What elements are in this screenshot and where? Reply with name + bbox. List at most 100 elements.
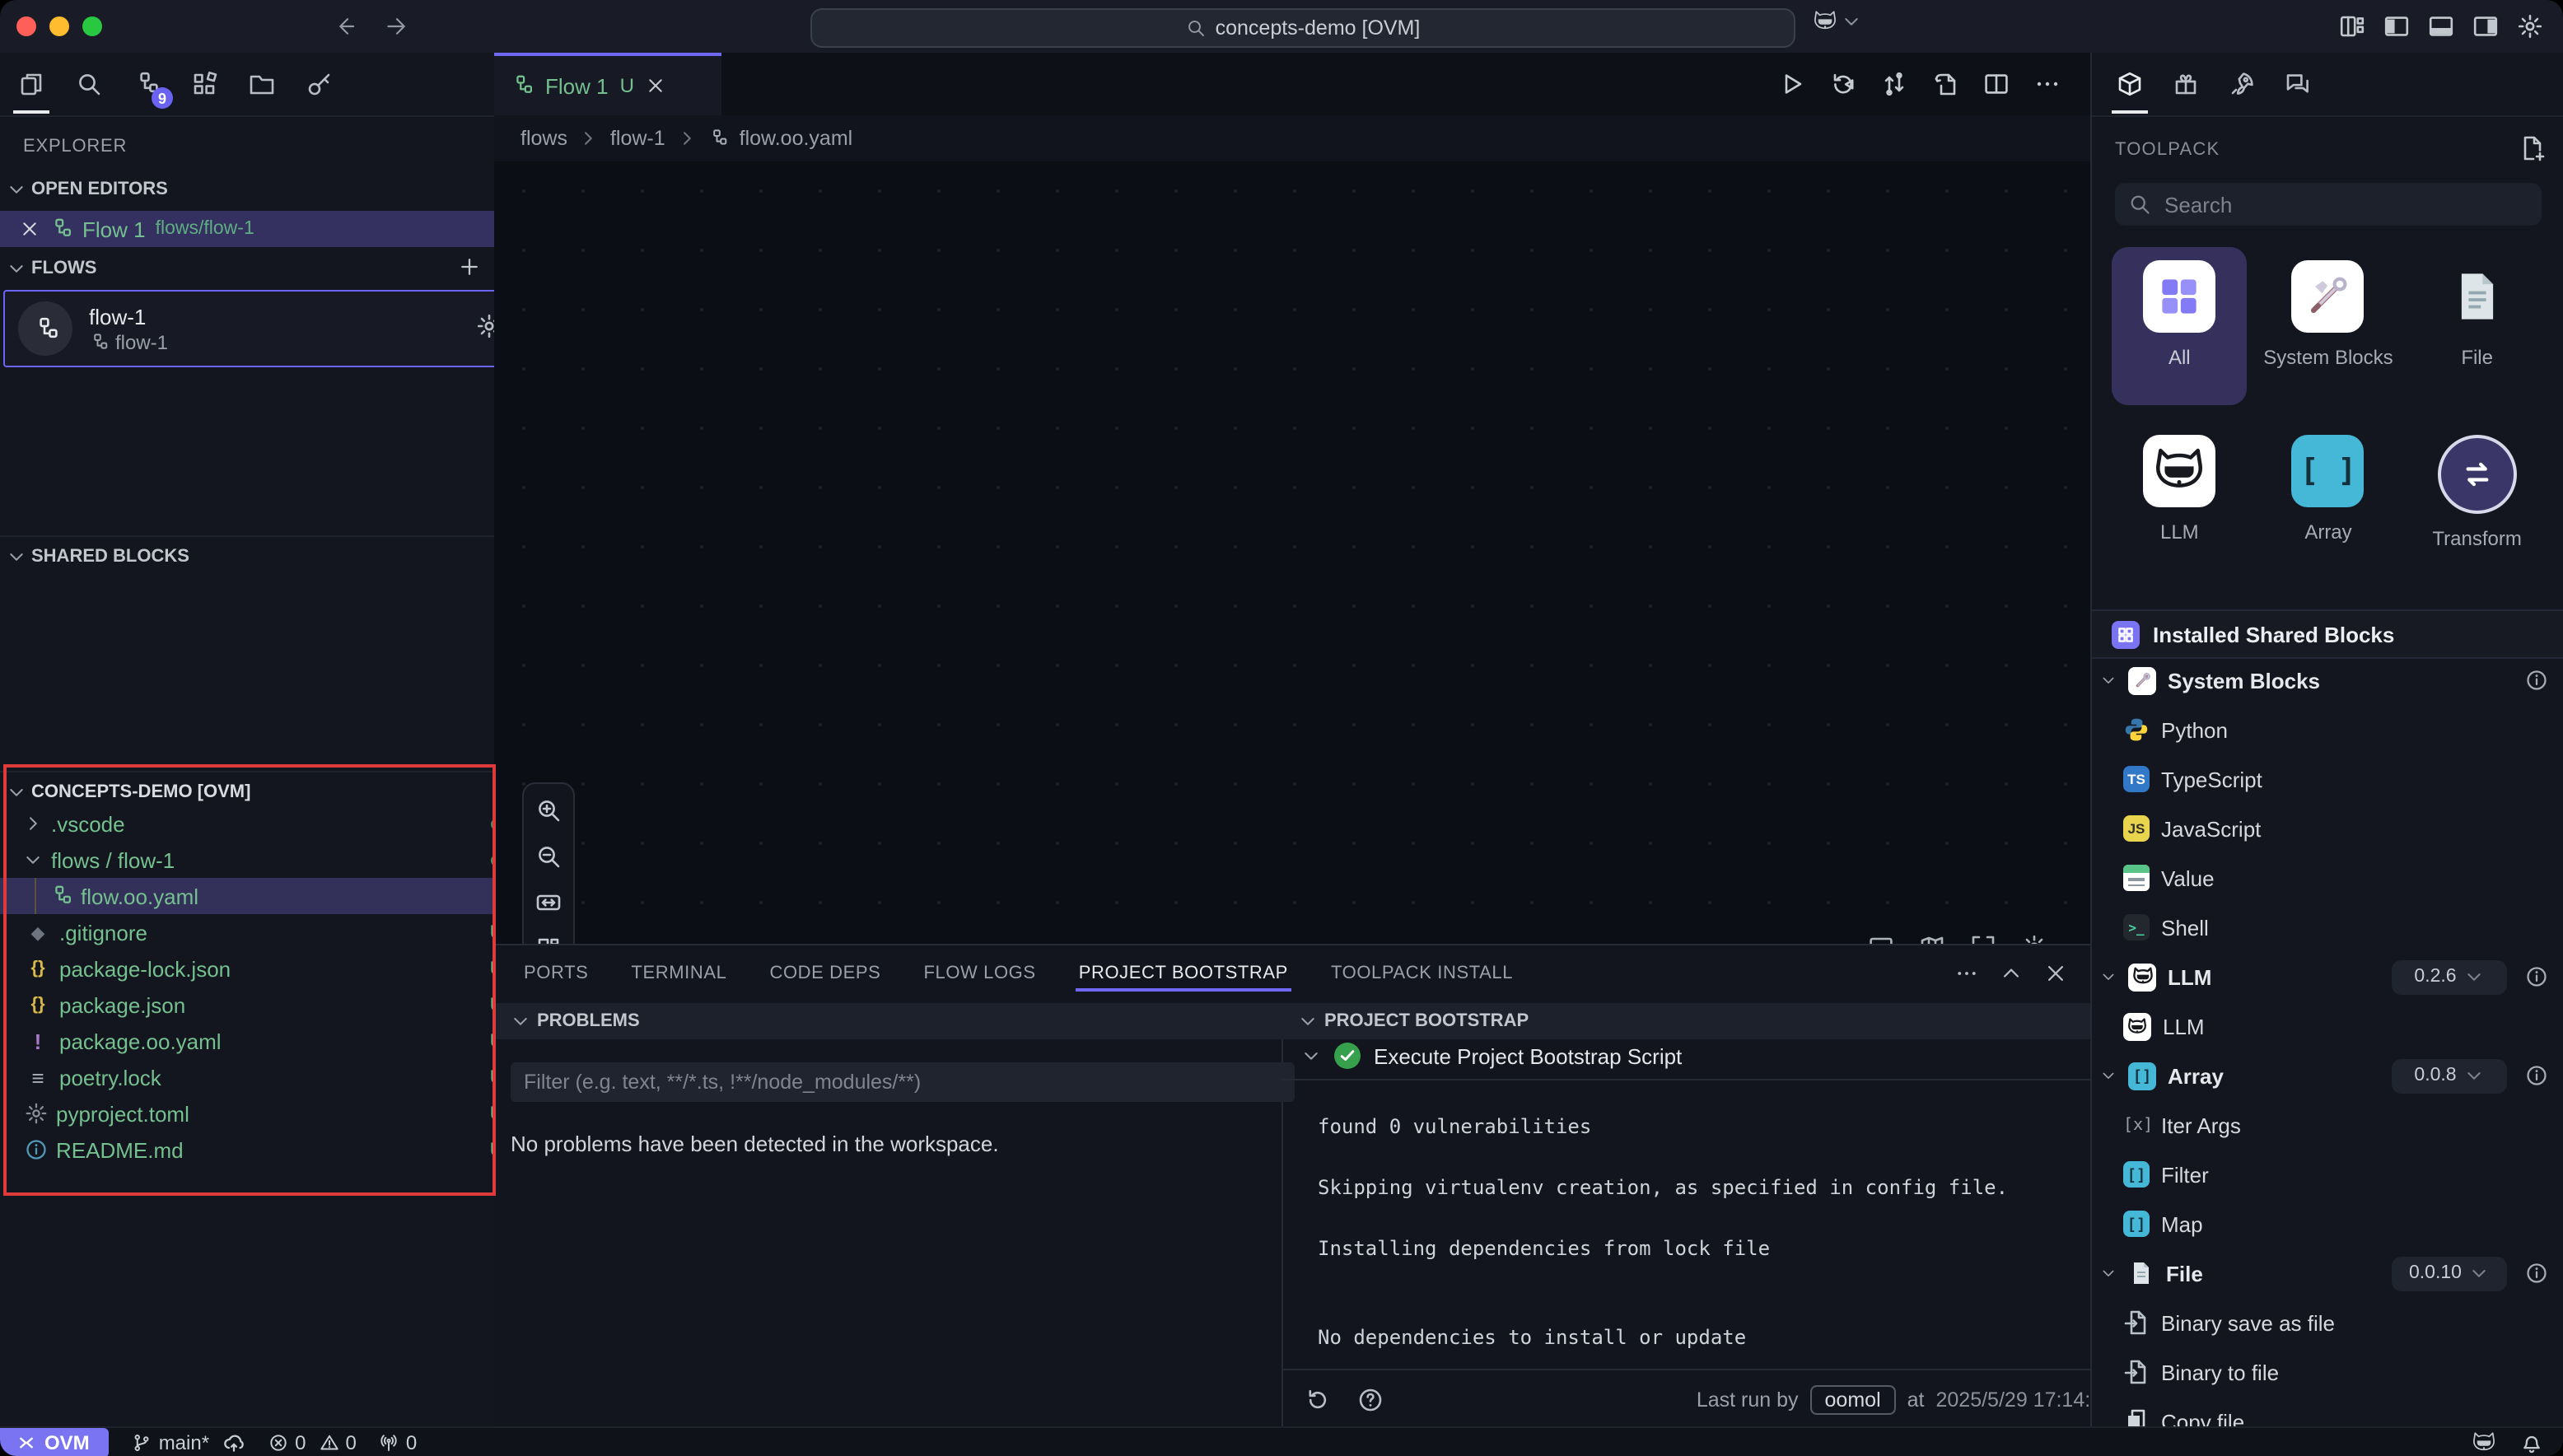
fit-width-icon[interactable] [535, 889, 562, 916]
flow-card[interactable]: flow-1 flow-1 [3, 290, 517, 367]
tab-flow-1[interactable]: Flow 1 U [494, 53, 721, 115]
toolpack-tab-icon[interactable] [2112, 66, 2148, 102]
close-window-button[interactable] [16, 16, 36, 36]
tab-code-deps[interactable]: CODE DEPS [769, 949, 880, 998]
version-select[interactable]: 0.2.6 [2392, 959, 2507, 994]
toolpack-search-input[interactable] [2161, 190, 2528, 218]
filter-funnel-icon[interactable] [1202, 1071, 1225, 1094]
search-activity-icon[interactable] [71, 66, 107, 102]
version-select[interactable]: 0.0.8 [2392, 1058, 2507, 1093]
block-copy-file[interactable]: Copy file [2092, 1397, 2563, 1426]
block-map[interactable]: [ ] Map [2092, 1199, 2563, 1248]
compare-changes-icon[interactable] [1881, 71, 1907, 97]
block-javascript[interactable]: JS JavaScript [2092, 804, 2563, 853]
block-value[interactable]: Value [2092, 853, 2563, 903]
notifications-bell-icon[interactable] [2520, 1431, 2543, 1454]
group-llm[interactable]: LLM 0.2.6 [2092, 952, 2563, 1001]
oomol-menu[interactable] [1812, 8, 1861, 35]
tab-project-bootstrap[interactable]: PROJECT BOOTSTRAP [1079, 949, 1288, 998]
history-back-icon[interactable] [336, 15, 359, 38]
category-llm[interactable]: LLM [2112, 422, 2248, 580]
tab-close-icon[interactable] [646, 76, 665, 96]
tree-item-gitignore[interactable]: ◆ .gitignoreU [0, 914, 519, 950]
help-icon[interactable] [1357, 1386, 1384, 1412]
block-shell[interactable]: >_ Shell [2092, 903, 2563, 952]
panel-maximize-icon[interactable] [2000, 962, 2023, 985]
maximize-window-button[interactable] [82, 16, 102, 36]
editor-more-icon[interactable] [2034, 71, 2061, 97]
breadcrumb-file[interactable]: flow.oo.yaml [740, 127, 853, 150]
info-icon[interactable] [2525, 965, 2548, 988]
block-binary-to-file[interactable]: Binary to file [2092, 1347, 2563, 1397]
remote-indicator[interactable]: OVM [0, 1428, 110, 1456]
panel-close-icon[interactable] [2044, 962, 2067, 985]
info-icon[interactable] [2525, 669, 2548, 692]
version-select[interactable]: 0.0.10 [2392, 1256, 2507, 1290]
category-peek[interactable] [2261, 596, 2397, 609]
oomol-fox-icon[interactable] [2471, 1430, 2497, 1456]
open-editor-item[interactable]: Flow 1 flows/flow-1 U [0, 211, 540, 247]
category-file[interactable]: File [2409, 247, 2545, 405]
category-system-blocks[interactable]: System Blocks [2261, 247, 2397, 405]
group-array[interactable]: [ ] Array 0.0.8 [2092, 1051, 2563, 1100]
toggle-right-sidebar-icon[interactable] [2472, 13, 2499, 40]
tree-item-poetry-lock[interactable]: ≡ poetry.lockU [0, 1059, 519, 1095]
breadcrumb-flow-1[interactable]: flow-1 [610, 127, 665, 150]
category-array[interactable]: [ ] Array [2261, 422, 2397, 580]
shared-blocks-section-header[interactable]: SHARED BLOCKS [0, 535, 501, 576]
toggle-bottom-panel-icon[interactable] [2428, 13, 2454, 40]
block-iter-args[interactable]: [x] Iter Args [2092, 1100, 2563, 1150]
category-peek[interactable] [2409, 596, 2545, 609]
minimize-window-button[interactable] [49, 16, 69, 36]
block-filter[interactable]: [ ] Filter [2092, 1150, 2563, 1199]
rerun-flow-icon[interactable] [1830, 71, 1856, 97]
block-binary-save-as-file[interactable]: Binary save as file [2092, 1298, 2563, 1347]
breadcrumb-flows[interactable]: flows [521, 127, 567, 150]
ports-status-item[interactable]: 0 [380, 1431, 417, 1454]
command-center-search[interactable]: concepts-demo [OVM] [810, 8, 1795, 48]
problems-status-item[interactable]: 0 0 [268, 1431, 357, 1454]
category-transform[interactable]: Transform [2409, 422, 2545, 580]
store-tab-icon[interactable] [2168, 66, 2204, 102]
toolpack-search[interactable] [2115, 183, 2542, 226]
toggle-left-sidebar-icon[interactable] [2383, 13, 2410, 40]
flows-section-header[interactable]: FLOWS [0, 250, 501, 287]
run-flow-icon[interactable] [1779, 71, 1805, 97]
group-file[interactable]: File 0.0.10 [2092, 1248, 2563, 1298]
close-editor-icon[interactable] [20, 219, 40, 239]
block-llm[interactable]: LLM [2092, 1001, 2563, 1051]
secrets-activity-icon[interactable] [301, 66, 338, 102]
split-editor-icon[interactable] [1983, 71, 2010, 97]
tree-item-flow-oo-yaml[interactable]: flow.oo.yamlU [0, 878, 544, 914]
tree-item-package-json[interactable]: {} package.jsonU [0, 987, 519, 1023]
open-editors-section-header[interactable]: OPEN EDITORS [0, 171, 501, 208]
tab-flow-logs[interactable]: FLOW LOGS [923, 949, 1035, 998]
category-peek[interactable] [2112, 596, 2248, 609]
panel-more-icon[interactable] [1955, 962, 1978, 985]
zoom-out-icon[interactable] [535, 843, 562, 870]
group-system-blocks[interactable]: System Blocks [2092, 656, 2563, 705]
quickstart-tab-icon[interactable] [2224, 66, 2260, 102]
tab-toolpack-install[interactable]: TOOLPACK INSTALL [1331, 949, 1513, 998]
tab-terminal[interactable]: TERMINAL [631, 949, 726, 998]
bootstrap-task-row[interactable]: Execute Project Bootstrap Script [1282, 1033, 2110, 1080]
export-flow-icon[interactable] [1932, 71, 1958, 97]
info-icon[interactable] [2525, 1064, 2548, 1087]
tree-item-package-lock[interactable]: {} package-lock.jsonU [0, 950, 519, 987]
rerun-bootstrap-icon[interactable] [1305, 1386, 1331, 1412]
tab-ports[interactable]: PORTS [524, 949, 588, 998]
tree-item-pyproject-toml[interactable]: pyproject.tomlU [0, 1095, 519, 1132]
explorer-activity-icon[interactable] [13, 66, 49, 102]
tree-item-vscode[interactable]: .vscode [0, 805, 517, 842]
folder-activity-icon[interactable] [244, 66, 280, 102]
add-flow-icon[interactable] [458, 254, 481, 278]
extensions-activity-icon[interactable] [186, 66, 222, 102]
problems-header[interactable]: PROBLEMS [494, 1003, 1282, 1039]
problems-filter-input[interactable] [511, 1062, 1295, 1102]
new-toolpack-icon[interactable] [2519, 134, 2545, 161]
chat-tab-icon[interactable] [2280, 66, 2316, 102]
block-typescript[interactable]: TS TypeScript [2092, 754, 2563, 804]
tree-item-flows-folder[interactable]: flows / flow-1 [0, 842, 517, 878]
block-python[interactable]: Python [2092, 705, 2563, 754]
info-icon[interactable] [2525, 1262, 2548, 1285]
